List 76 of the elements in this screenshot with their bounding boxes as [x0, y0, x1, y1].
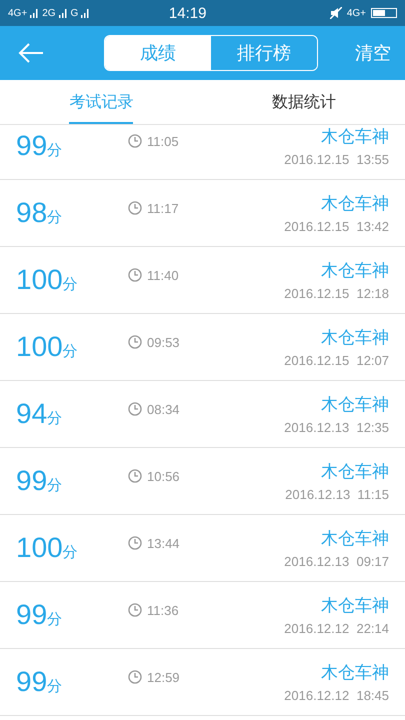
- score-unit: 分: [62, 342, 78, 361]
- score-value: 100: [16, 331, 63, 363]
- signal-icon: [58, 8, 68, 18]
- date-text: 2016.12.15 12:07: [284, 353, 389, 368]
- user-name: 木仓车神: [321, 662, 389, 684]
- user-name: 木仓车神: [321, 327, 389, 349]
- duration-text: 09:53: [147, 334, 180, 350]
- duration-text: 08:34: [147, 402, 180, 416]
- network-text: 4G+: [346, 8, 366, 18]
- date-text: 2016.12.12 18:45: [284, 688, 389, 703]
- user-name: 木仓车神: [321, 461, 389, 483]
- record-row[interactable]: 99分 12:59 木仓车神 2016.12.12 18:45: [0, 649, 405, 716]
- score-unit: 分: [62, 275, 78, 294]
- user-name: 木仓车神: [321, 193, 389, 215]
- clock-icon: [128, 335, 142, 349]
- score-value: 99: [16, 666, 48, 698]
- record-row[interactable]: 99分 11:36 木仓车神 2016.12.12 22:14: [0, 582, 405, 649]
- clock-icon: [128, 402, 142, 416]
- date-text: 2016.12.13 11:15: [285, 487, 389, 502]
- signal-icon: [81, 8, 90, 18]
- score-value: 99: [16, 465, 48, 497]
- record-row[interactable]: 94分 08:34 木仓车神 2016.12.13 12:35: [0, 381, 405, 448]
- clock-icon: [128, 469, 142, 483]
- duration-text: 11:05: [147, 134, 179, 148]
- score-value: 94: [16, 398, 48, 430]
- user-name: 木仓车神: [321, 394, 389, 416]
- score-unit: 分: [62, 543, 78, 562]
- clock-icon: [128, 603, 142, 617]
- score-value: 100: [16, 532, 63, 564]
- clear-button[interactable]: 清空: [351, 37, 395, 69]
- record-row[interactable]: 100分 11:40 木仓车神 2016.12.15 12:18: [0, 247, 405, 314]
- record-row[interactable]: 99分 10:56 木仓车神 2016.12.13 11:15: [0, 448, 405, 515]
- user-name: 木仓车神: [321, 260, 389, 282]
- date-text: 2016.12.13 12:35: [284, 420, 389, 435]
- clock-text: 14:19: [168, 4, 208, 22]
- user-name: 木仓车神: [321, 528, 389, 550]
- date-text: 2016.12.15 13:55: [284, 152, 389, 167]
- clock-icon: [128, 536, 142, 550]
- date-text: 2016.12.12 22:14: [284, 621, 389, 636]
- segment-tab[interactable]: 成绩: [105, 36, 211, 70]
- record-row[interactable]: 100分 13:44 木仓车神 2016.12.13 09:17: [0, 515, 405, 582]
- clock-icon: [128, 134, 142, 148]
- clock-icon: [128, 201, 142, 215]
- record-row[interactable]: 99分 11:05 木仓车神 2016.12.15 13:55: [0, 125, 405, 180]
- signal-icon: [30, 8, 40, 18]
- duration-text: 11:17: [147, 200, 179, 216]
- network-text: 2G: [42, 8, 56, 18]
- score-value: 99: [16, 130, 48, 162]
- score-value: 99: [16, 599, 48, 631]
- duration-text: 12:59: [147, 670, 180, 684]
- score-unit: 分: [47, 409, 62, 428]
- duration-text: 11:40: [147, 268, 179, 282]
- battery-icon: [371, 8, 397, 18]
- score-unit: 分: [47, 677, 62, 696]
- duration-text: 13:44: [147, 536, 180, 550]
- duration-text: 10:56: [147, 468, 180, 484]
- date-text: 2016.12.13 09:17: [284, 554, 389, 569]
- date-text: 2016.12.15 13:42: [284, 219, 389, 234]
- network-text: G: [70, 8, 78, 18]
- score-value: 98: [16, 197, 48, 229]
- score-unit: 分: [47, 476, 62, 495]
- date-text: 2016.12.15 12:18: [284, 286, 389, 301]
- user-name: 木仓车神: [321, 126, 389, 148]
- record-row[interactable]: 100分 09:53 木仓车神 2016.12.15 12:07: [0, 314, 405, 381]
- network-text: 4G+: [8, 8, 28, 18]
- record-row[interactable]: 98分 11:17 木仓车神 2016.12.15 13:42: [0, 180, 405, 247]
- duration-text: 11:36: [147, 602, 179, 618]
- score-unit: 分: [47, 141, 62, 160]
- score-unit: 分: [47, 610, 62, 629]
- clock-icon: [128, 268, 142, 282]
- user-name: 木仓车神: [321, 595, 389, 617]
- clock-icon: [128, 670, 142, 684]
- back-arrow-icon: [18, 43, 44, 63]
- mute-icon: [330, 7, 342, 19]
- score-unit: 分: [47, 208, 62, 227]
- score-value: 100: [16, 264, 63, 296]
